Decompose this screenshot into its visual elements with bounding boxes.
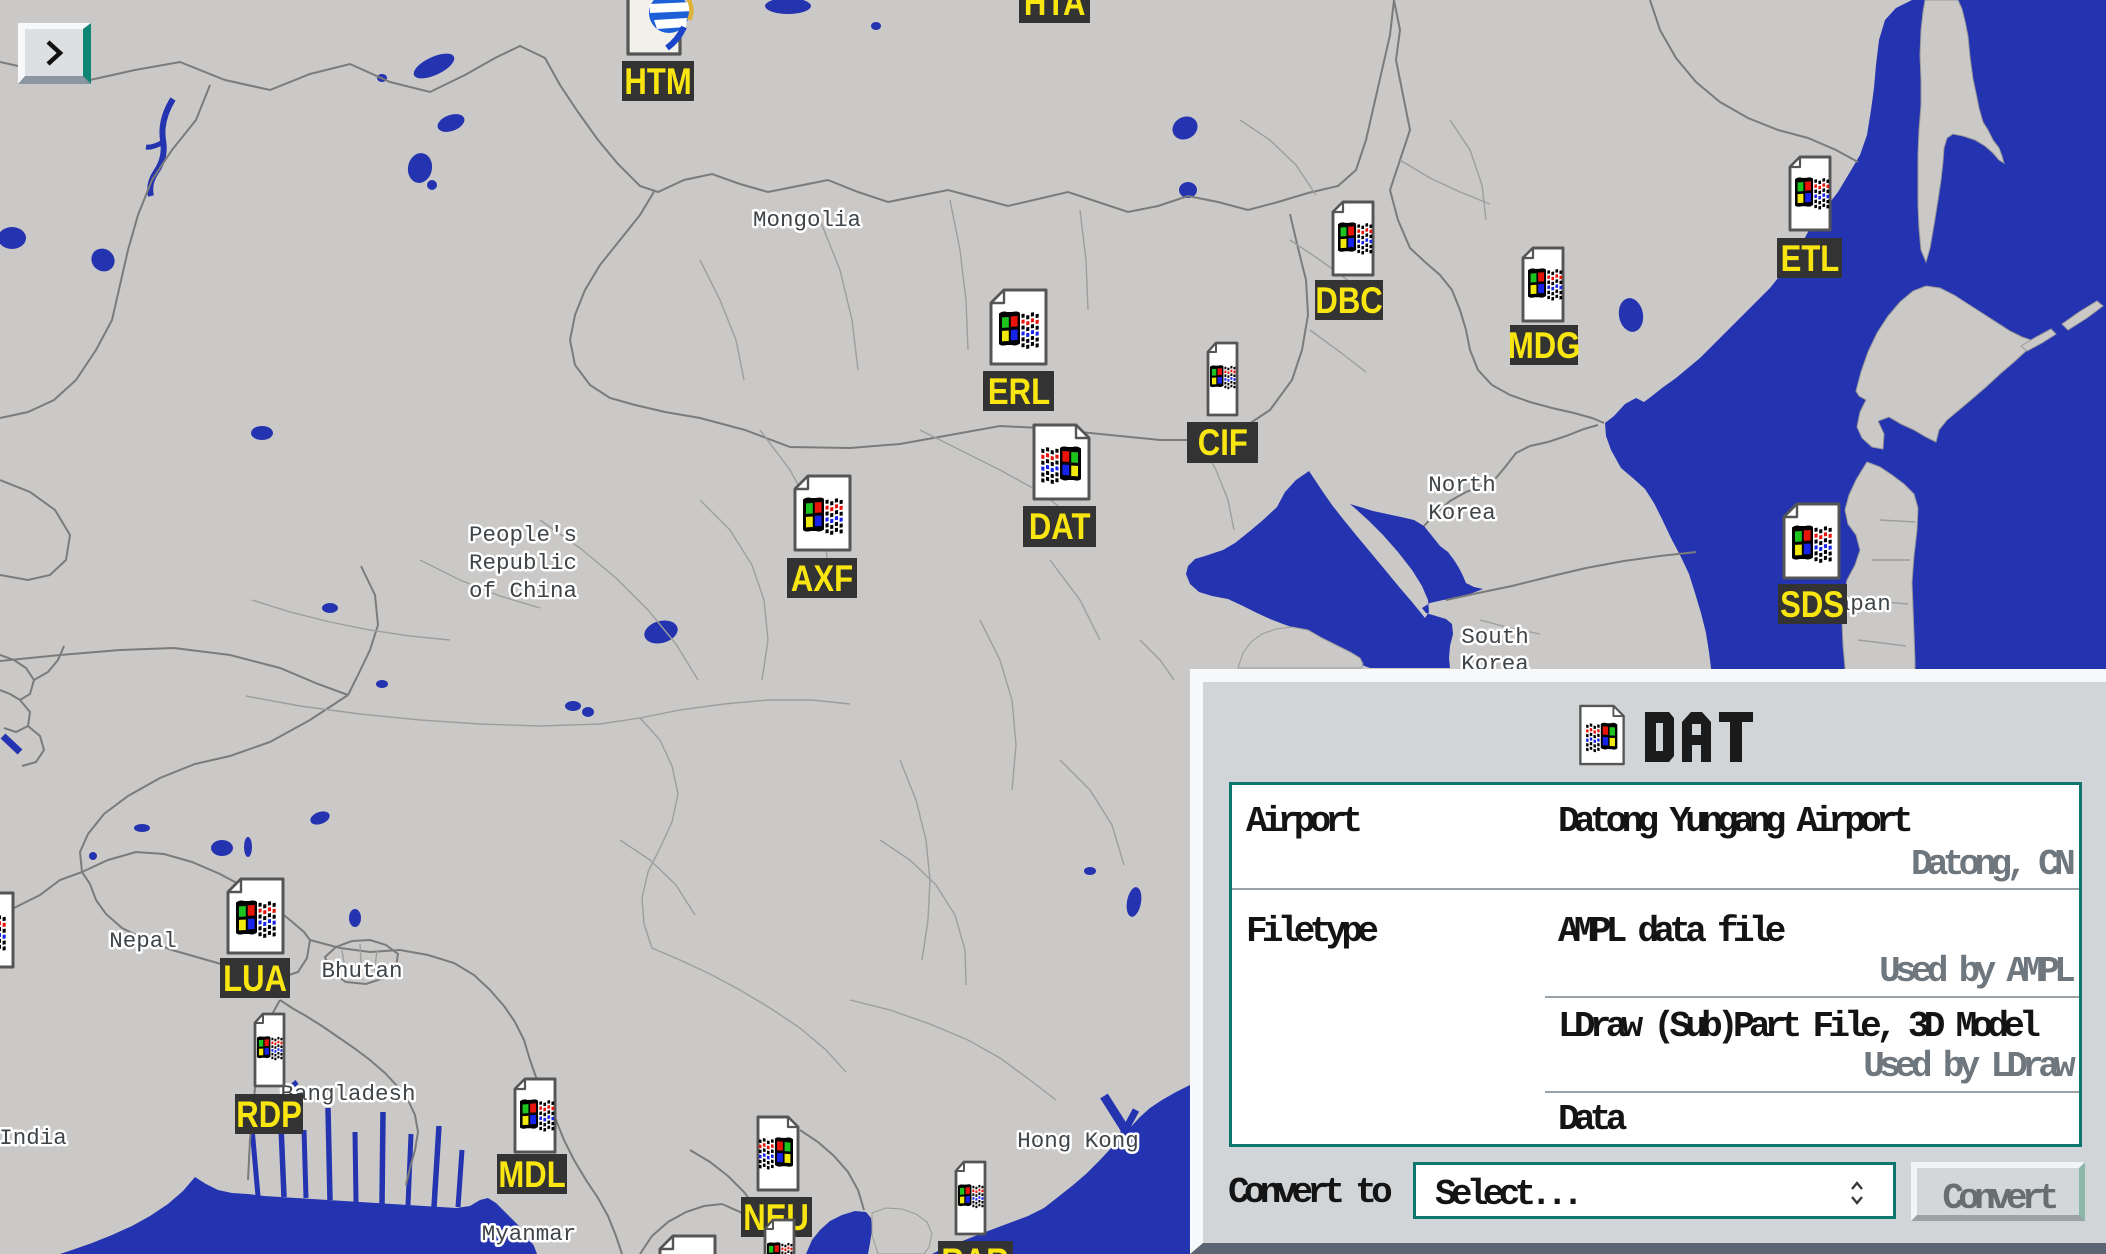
svg-text:Bhutan: Bhutan [321,958,402,984]
svg-text:People's: People's [469,522,577,548]
svg-text:Korea: Korea [1428,500,1496,526]
svg-text:Mongolia: Mongolia [753,207,861,233]
svg-text:South: South [1461,624,1529,650]
svg-text:of China: of China [469,578,577,604]
svg-text:Myanmar: Myanmar [482,1221,577,1247]
svg-text:Hong Kong: Hong Kong [1017,1128,1139,1154]
svg-text:Nepal: Nepal [109,928,177,954]
svg-text:North: North [1428,472,1496,498]
svg-text:Republic: Republic [469,550,577,576]
svg-text:India: India [0,1125,67,1151]
